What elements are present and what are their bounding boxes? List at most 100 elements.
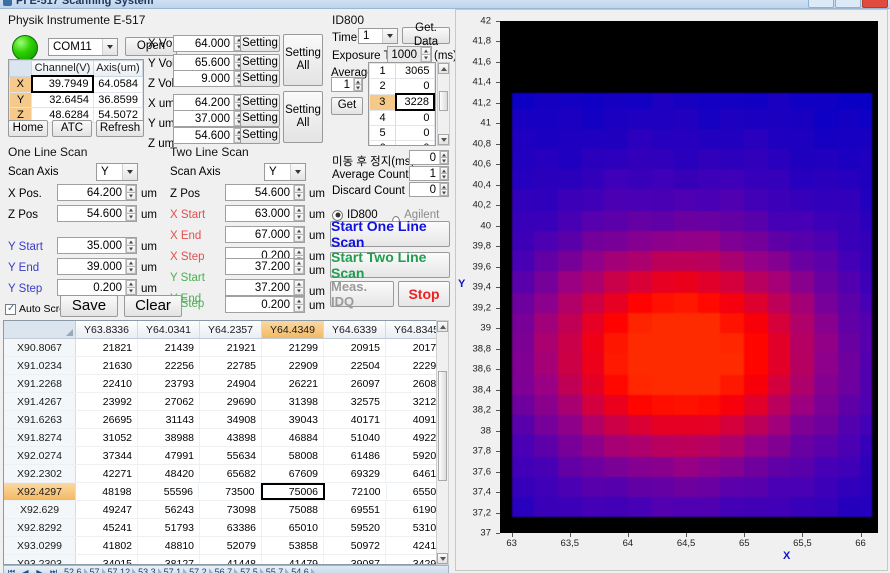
two-z-pos-input[interactable]: 54.600 — [225, 184, 305, 201]
table-cell[interactable]: 24904 — [200, 375, 262, 392]
one-y-end-stepper[interactable] — [125, 259, 136, 274]
row-header[interactable]: X91.8274 — [4, 429, 76, 446]
table-scrollbar[interactable] — [436, 320, 449, 565]
table-cell[interactable]: 56243 — [138, 501, 200, 518]
one-y-step-stepper[interactable] — [125, 280, 136, 295]
two-y-start-stepper[interactable] — [293, 259, 304, 274]
z-volt-setting-button[interactable]: Setting — [240, 70, 280, 87]
table-cell[interactable]: 38127 — [138, 555, 200, 564]
table-cell[interactable]: 69329 — [324, 465, 386, 482]
meas-idq-button[interactable]: Meas. IDQ — [330, 279, 394, 309]
table-body[interactable]: X90.8067 21821 21439 21921 21299 20915 20171 X9… — [4, 339, 448, 564]
table-cell[interactable]: 51040 — [324, 429, 386, 446]
cell-x-axis[interactable]: 64.0584 — [92, 75, 144, 93]
one-z-pos-input[interactable]: 54.600 — [57, 205, 137, 222]
z-um-input[interactable]: 54.600 — [173, 127, 245, 144]
channel-value[interactable]: 3065 — [395, 63, 435, 79]
table-cell[interactable]: 34015 — [76, 555, 138, 564]
navigator-value[interactable]: 57.5 — [236, 567, 264, 573]
channel-value[interactable]: 0 — [395, 78, 435, 95]
nav-prev-icon[interactable]: ◀ — [19, 567, 32, 573]
channel-value[interactable]: 0 — [395, 125, 435, 141]
table-cell[interactable]: 48420 — [138, 465, 200, 482]
row-header[interactable]: X91.2268 — [4, 375, 76, 392]
table-row[interactable]: X92.2302 42271 48420 65682 67609 69329 64614 — [4, 465, 448, 483]
column-header-selected[interactable]: Y64.4349 — [262, 321, 324, 338]
table-cell[interactable]: 48198 — [76, 483, 138, 500]
table-cell[interactable]: 67609 — [262, 465, 324, 482]
channel-value[interactable]: 3228 — [394, 93, 435, 111]
table-cell[interactable]: 73098 — [200, 501, 262, 518]
id800-grid-scrollbar[interactable] — [437, 62, 450, 146]
table-cell[interactable]: 50972 — [324, 537, 386, 554]
cell-y-channel[interactable]: 32.6454 — [31, 91, 94, 108]
one-y-start-stepper[interactable] — [125, 238, 136, 253]
table-cell[interactable]: 27062 — [138, 393, 200, 410]
table-cell[interactable]: 26695 — [76, 411, 138, 428]
table-row[interactable]: X91.0234 21630 22256 22785 22909 22504 22292 — [4, 357, 448, 375]
table-cell[interactable]: 58008 — [262, 447, 324, 464]
table-cell[interactable]: 65010 — [262, 519, 324, 536]
row-header[interactable]: X92.8292 — [4, 519, 76, 536]
table-cell[interactable]: 48810 — [138, 537, 200, 554]
id800-channel-grid[interactable]: 13065 20 33228 40 50 60 70 80 — [368, 62, 436, 146]
get-button[interactable]: Get — [331, 97, 363, 115]
x-um-setting-button[interactable]: Setting — [240, 94, 280, 111]
table-cell[interactable]: 47991 — [138, 447, 200, 464]
table-cell[interactable]: 46884 — [262, 429, 324, 446]
scroll-down-icon[interactable] — [437, 553, 448, 564]
x-volt-setting-button[interactable]: Setting — [240, 35, 280, 52]
row-header[interactable]: X92.629 — [4, 501, 76, 518]
com-port-select[interactable]: COM11 — [48, 38, 118, 56]
navigator-value[interactable]: 53.3 — [134, 567, 162, 573]
close-button[interactable] — [862, 0, 888, 8]
start-one-line-scan-button[interactable]: Start One Line Scan — [330, 218, 450, 250]
table-cell[interactable]: 39087 — [324, 555, 386, 564]
start-two-line-scan-button[interactable]: Start Two Line Scan — [330, 249, 450, 281]
navigator-value[interactable]: 57.12 — [104, 567, 136, 573]
navigator-value[interactable]: 55.7 — [262, 567, 289, 573]
table-cell[interactable]: 75088 — [262, 501, 324, 518]
table-cell[interactable]: 32575 — [324, 393, 386, 410]
navigator-value[interactable]: 57.2 — [185, 567, 213, 573]
channel-value[interactable]: 0 — [395, 109, 435, 126]
table-cell[interactable]: 53858 — [262, 537, 324, 554]
one-z-pos-stepper[interactable] — [125, 206, 136, 221]
table-cell[interactable]: 26221 — [262, 375, 324, 392]
save-button[interactable]: Save — [60, 295, 118, 317]
two-scan-axis-select[interactable]: Y — [264, 163, 306, 181]
channel-value[interactable]: 0 — [395, 140, 435, 145]
column-header[interactable]: Y64.0341 — [138, 321, 200, 338]
row-header-x[interactable]: X — [9, 75, 32, 93]
table-cell[interactable]: 23793 — [138, 375, 200, 392]
column-header[interactable]: Y64.2357 — [200, 321, 262, 338]
cell-y-axis[interactable]: 36.8599 — [92, 91, 144, 108]
y-um-setting-button[interactable]: Setting — [240, 110, 280, 127]
table-cell[interactable]: 55634 — [200, 447, 262, 464]
scroll-thumb[interactable] — [439, 91, 448, 111]
table-cell[interactable]: 21299 — [262, 339, 324, 356]
row-header[interactable]: X93.0299 — [4, 537, 76, 554]
table-cell[interactable]: 41479 — [262, 555, 324, 564]
navigator-value[interactable]: 54.6 — [287, 567, 315, 573]
table-cell[interactable]: 38988 — [138, 429, 200, 446]
table-cell[interactable]: 59520 — [324, 519, 386, 536]
table-cell[interactable]: 31052 — [76, 429, 138, 446]
exposure-time-input[interactable]: 1000 — [387, 46, 432, 63]
row-header[interactable]: X92.4297 — [4, 483, 76, 500]
table-cell[interactable]: 39043 — [262, 411, 324, 428]
volt-setting-all-button[interactable]: Setting All — [283, 34, 323, 86]
table-corner-cell[interactable] — [4, 321, 76, 338]
two-z-pos-stepper[interactable] — [293, 185, 304, 200]
table-cell[interactable]: 21921 — [200, 339, 262, 356]
table-cell[interactable]: 21630 — [76, 357, 138, 374]
two-x-start-input[interactable]: 63.000 — [225, 205, 305, 222]
row-header[interactable]: X91.0234 — [4, 357, 76, 374]
table-cell[interactable]: 63386 — [200, 519, 262, 536]
average-stepper[interactable] — [353, 78, 362, 91]
discard-count-input[interactable]: 0 — [409, 182, 449, 197]
get-data-button[interactable]: Get. Data — [402, 22, 450, 48]
channel-grid[interactable]: Channel(V) Axis(um) X 39.7949 64.0584 Y … — [8, 59, 144, 123]
row-header[interactable]: X92.0274 — [4, 447, 76, 464]
table-cell[interactable]: 31398 — [262, 393, 324, 410]
